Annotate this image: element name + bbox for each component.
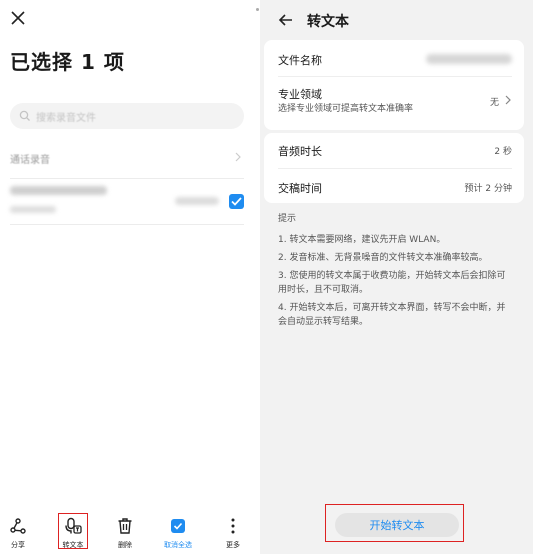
highlight-box xyxy=(325,504,464,542)
duration-label: 音频时长 xyxy=(278,145,322,158)
tip-item: 2. 发音标准、无背景噪音的文件转文本准确率较高。 xyxy=(278,253,488,263)
more-vertical-icon xyxy=(231,518,235,534)
divider xyxy=(278,76,512,77)
filename-value-blurred xyxy=(426,54,512,64)
recording-name-blurred xyxy=(10,186,107,195)
group-label: 通话录音 xyxy=(10,155,50,166)
search-input[interactable]: 搜索录音文件 xyxy=(10,103,244,129)
search-icon xyxy=(19,110,30,121)
deselect-all-button[interactable]: 取消全选 xyxy=(156,510,200,554)
share-button[interactable]: 分享 xyxy=(0,510,40,554)
trash-icon xyxy=(118,518,132,534)
search-placeholder: 搜索录音文件 xyxy=(36,113,96,124)
file-info-card: 文件名称 专业领域 选择专业领域可提高转文本准确率 无 xyxy=(264,40,524,130)
selection-count-title: 已选择 1 项 xyxy=(10,50,125,74)
page-title: 转文本 xyxy=(307,14,349,30)
back-arrow-icon[interactable] xyxy=(278,12,294,28)
close-icon[interactable] xyxy=(9,9,27,27)
filename-label: 文件名称 xyxy=(278,54,322,67)
chevron-right-icon xyxy=(505,95,511,105)
divider xyxy=(278,168,512,169)
share-label: 分享 xyxy=(11,541,25,549)
select-all-icon xyxy=(171,519,185,533)
domain-label: 专业领域 xyxy=(278,88,322,101)
divider xyxy=(10,178,244,179)
selection-panel: 已选择 1 项 搜索录音文件 通话录音 分享 转文本 删除 取消全选 更多 xyxy=(0,0,260,554)
tips-section: 提示 1. 转文本需要网络，建议先开启 WLAN。 2. 发音标准、无背景噪音的… xyxy=(278,212,514,333)
domain-value: 无 xyxy=(489,98,499,108)
share-icon xyxy=(10,518,26,534)
delivery-label: 交稿时间 xyxy=(278,182,322,195)
duration-value: 2 秒 xyxy=(494,147,512,157)
more-button[interactable]: 更多 xyxy=(211,510,255,554)
tip-item: 1. 转文本需要网络，建议先开启 WLAN。 xyxy=(278,235,446,245)
bottom-toolbar: 分享 转文本 删除 取消全选 更多 xyxy=(0,510,260,554)
status-dot xyxy=(256,8,259,11)
domain-hint: 选择专业领域可提高转文本准确率 xyxy=(278,104,414,114)
delete-label: 删除 xyxy=(118,541,132,549)
checkmark-icon xyxy=(231,197,242,206)
tip-item: 3. 您使用的转文本属于收费功能，开始转文本后会扣除可用时长，且不可取消。 xyxy=(278,271,506,295)
divider xyxy=(10,224,244,225)
tips-heading: 提示 xyxy=(278,214,297,224)
tip-item: 4. 开始转文本后，可离开转文本界面，转写不会中断，并会自动显示转写结果。 xyxy=(278,303,506,327)
more-label: 更多 xyxy=(226,541,240,549)
recording-date-blurred xyxy=(175,197,219,205)
delivery-value: 预计 2 分钟 xyxy=(464,184,512,194)
recording-meta-blurred xyxy=(10,206,56,213)
timing-card: 音频时长 2 秒 交稿时间 预计 2 分钟 xyxy=(264,133,524,203)
deselect-all-label: 取消全选 xyxy=(164,541,192,549)
item-checkbox[interactable] xyxy=(229,194,244,209)
delete-button[interactable]: 删除 xyxy=(103,510,147,554)
highlight-box xyxy=(58,513,88,549)
chevron-right-icon[interactable] xyxy=(233,151,243,163)
